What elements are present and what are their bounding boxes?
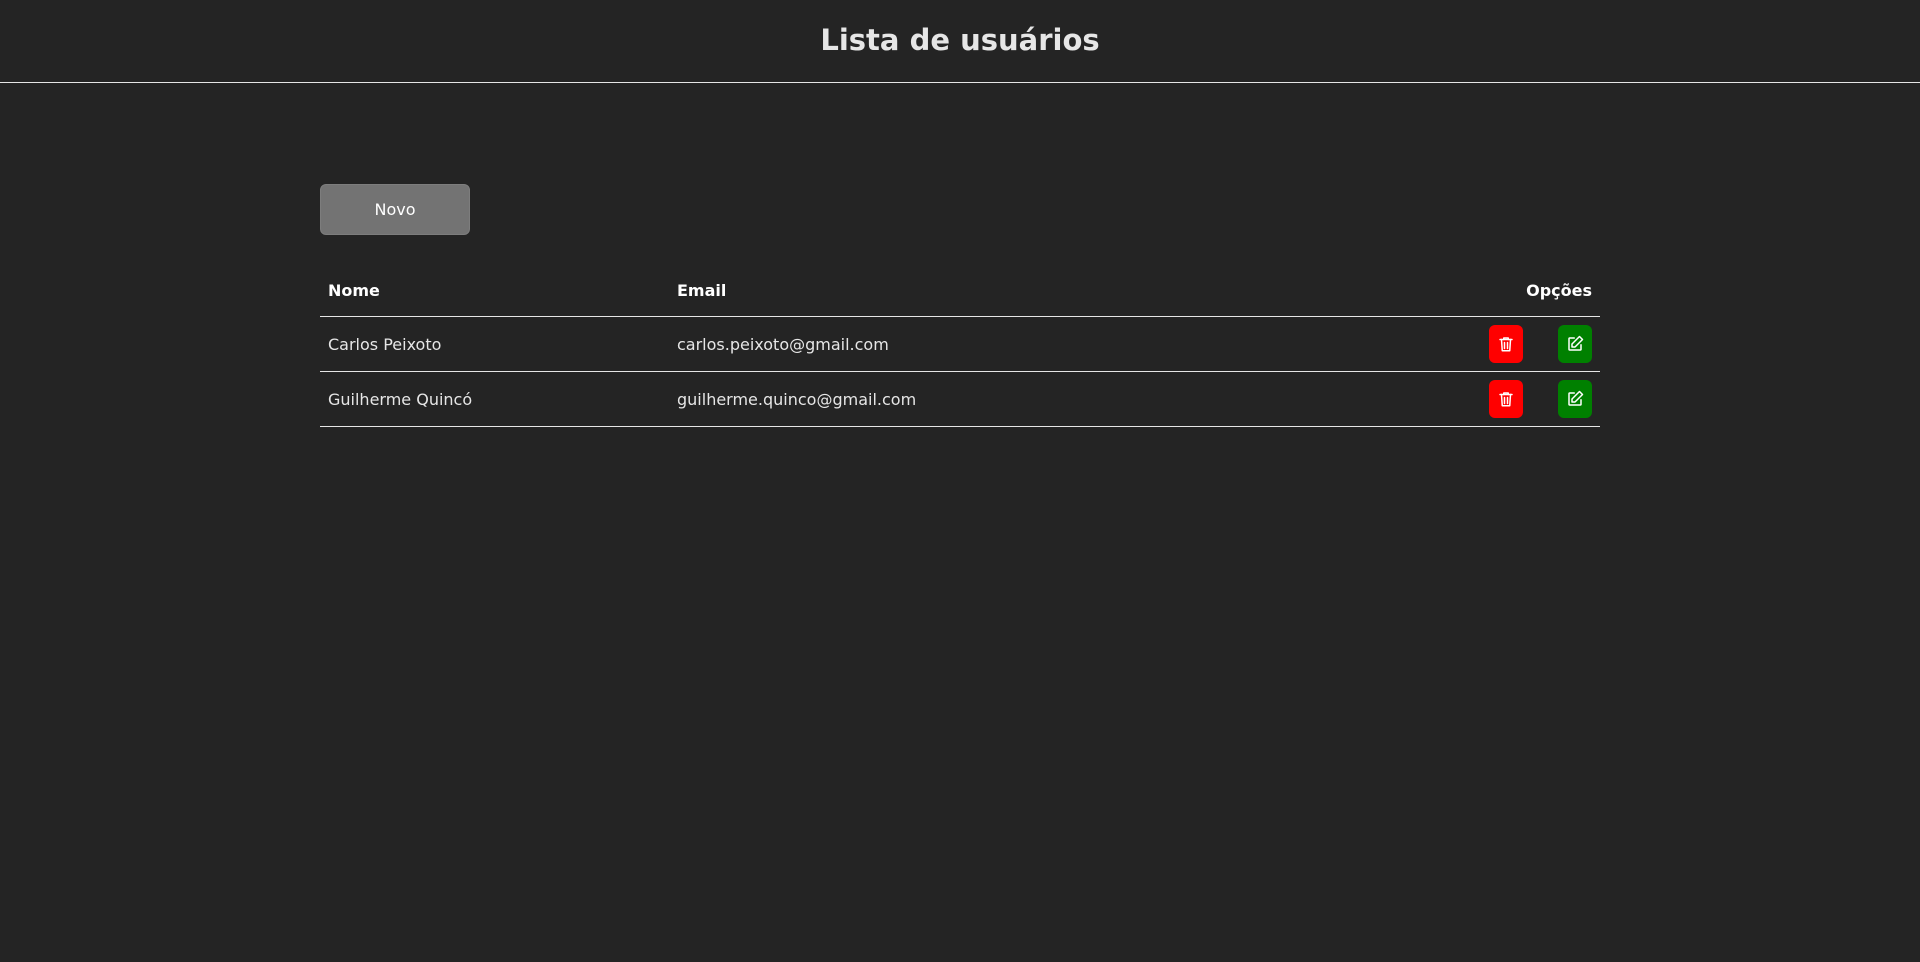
column-header-name: Nome [320,264,669,317]
page-header: Lista de usuários [0,0,1920,83]
new-user-button[interactable]: Novo [320,184,470,235]
user-email-cell: carlos.peixoto@gmail.com [669,316,1285,372]
main-content: Novo Nome Email Opções Carlos Peixoto ca… [320,184,1600,427]
page-title: Lista de usuários [820,23,1100,57]
column-header-email: Email [669,264,1285,317]
user-name-cell: Carlos Peixoto [320,316,669,372]
trash-icon [1499,392,1513,407]
options-cell [1285,316,1600,372]
column-header-options: Opções [1285,264,1600,317]
options-cell [1285,371,1600,427]
table-row: Guilherme Quincó guilherme.quinco@gmail.… [320,371,1600,427]
trash-icon [1499,337,1513,352]
users-table: Nome Email Opções Carlos Peixoto carlos.… [320,264,1600,427]
delete-user-button[interactable] [1488,325,1523,363]
user-name-cell: Guilherme Quincó [320,371,669,427]
table-row: Carlos Peixoto carlos.peixoto@gmail.com [320,316,1600,372]
table-header-row: Nome Email Opções [320,264,1600,317]
edit-icon [1568,390,1584,406]
edit-icon [1568,335,1584,351]
user-email-cell: guilherme.quinco@gmail.com [669,371,1285,427]
edit-user-button[interactable] [1558,380,1592,418]
delete-user-button[interactable] [1488,380,1523,418]
edit-user-button[interactable] [1558,325,1592,363]
